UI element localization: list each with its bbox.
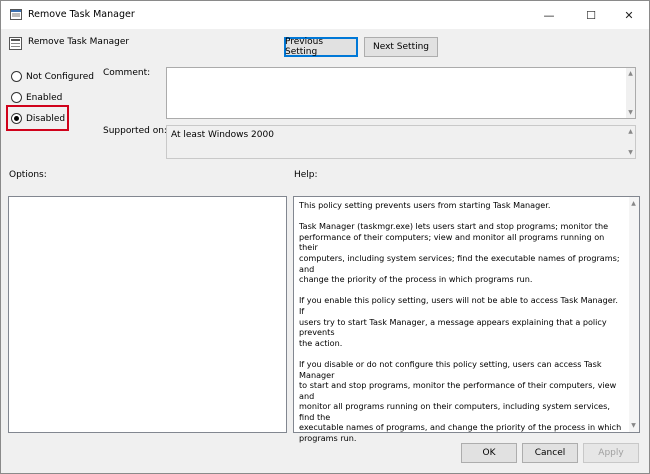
supported-on-value: At least Windows 2000 xyxy=(171,130,274,140)
next-setting-button[interactable]: Next Setting xyxy=(364,37,438,57)
radio-label: Enabled xyxy=(26,92,63,103)
ok-button[interactable]: OK xyxy=(461,443,517,463)
policy-icon xyxy=(10,9,22,20)
comment-field[interactable]: ▲ ▼ xyxy=(166,67,636,119)
minimize-button[interactable]: — xyxy=(529,1,569,29)
scroll-down-icon[interactable]: ▼ xyxy=(626,148,635,157)
help-label: Help: xyxy=(294,170,318,180)
radio-circle[interactable] xyxy=(11,92,22,103)
maximize-button[interactable]: ☐ xyxy=(571,1,611,29)
comment-label: Comment: xyxy=(103,68,151,78)
radio-not-configured[interactable]: Not Configured xyxy=(11,71,94,82)
setting-title: Remove Task Manager xyxy=(28,37,130,47)
title-bar[interactable]: Remove Task Manager — ☐ ✕ xyxy=(1,1,649,29)
previous-setting-button[interactable]: Previous Setting xyxy=(284,37,358,57)
policy-dialog: Remove Task Manager — ☐ ✕ Remove Task Ma… xyxy=(0,0,650,474)
scroll-up-icon[interactable]: ▲ xyxy=(626,127,635,136)
comment-scrollbar[interactable]: ▲ ▼ xyxy=(626,68,635,118)
help-paragraph: Task Manager (taskmgr.exe) lets users st… xyxy=(299,221,620,285)
help-paragraph: If you disable or do not configure this … xyxy=(299,358,622,444)
options-label: Options: xyxy=(9,170,47,180)
supported-scrollbar[interactable]: ▲ ▼ xyxy=(626,126,635,158)
radio-enabled[interactable]: Enabled xyxy=(11,92,62,103)
scroll-down-icon[interactable]: ▼ xyxy=(629,421,638,430)
cancel-button[interactable]: Cancel xyxy=(522,443,578,463)
options-panel xyxy=(8,196,287,433)
scroll-up-icon[interactable]: ▲ xyxy=(629,199,638,208)
setting-icon xyxy=(9,37,22,50)
radio-circle[interactable] xyxy=(11,71,22,82)
help-scrollbar[interactable]: ▲ ▼ xyxy=(629,197,639,432)
supported-on-field: At least Windows 2000 ▲ ▼ xyxy=(166,125,636,159)
close-button[interactable]: ✕ xyxy=(609,1,649,29)
supported-on-label: Supported on: xyxy=(103,126,167,136)
scroll-up-icon[interactable]: ▲ xyxy=(626,69,635,78)
scroll-down-icon[interactable]: ▼ xyxy=(626,108,635,117)
help-panel: This policy setting prevents users from … xyxy=(293,196,640,443)
highlight-box xyxy=(6,105,69,131)
radio-label: Not Configured xyxy=(26,71,94,82)
help-text: This policy setting prevents users from … xyxy=(299,200,625,454)
help-paragraph: If you enable this policy setting, users… xyxy=(299,295,618,348)
window-title: Remove Task Manager xyxy=(28,9,135,20)
apply-button[interactable]: Apply xyxy=(583,443,639,463)
help-paragraph: This policy setting prevents users from … xyxy=(299,200,551,210)
